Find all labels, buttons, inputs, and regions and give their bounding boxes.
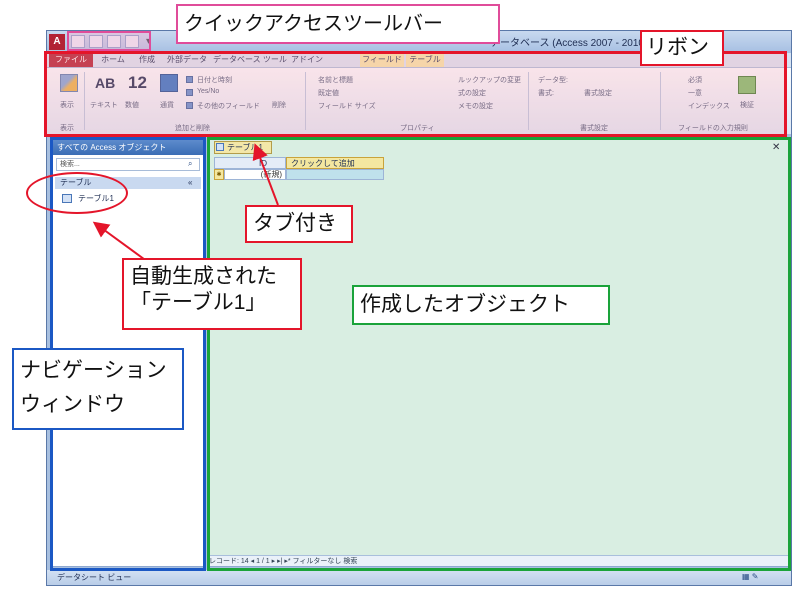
callout-nav-line1: ナビゲーション <box>20 359 167 382</box>
callout-tabbed: タブ付き <box>245 205 353 243</box>
callout-ribbon: リボン <box>640 30 724 66</box>
callout-nav-line2: ウィンドウ <box>20 392 125 416</box>
arrow-to-tab <box>252 143 279 206</box>
callout-navigation-window: ナビゲーション ウィンドウ <box>12 348 184 430</box>
callout-created-object: 作成したオブジェクト <box>352 285 610 325</box>
arrow-to-table1 <box>92 221 149 263</box>
callout-auto-line1: 自動生成された <box>130 265 277 288</box>
callout-quick-access-toolbar: クイックアクセスツールバー <box>176 4 500 44</box>
callout-auto-line2: 「テーブル1」 <box>130 291 267 315</box>
callout-auto-generated: 自動生成された 「テーブル1」 <box>122 258 302 330</box>
